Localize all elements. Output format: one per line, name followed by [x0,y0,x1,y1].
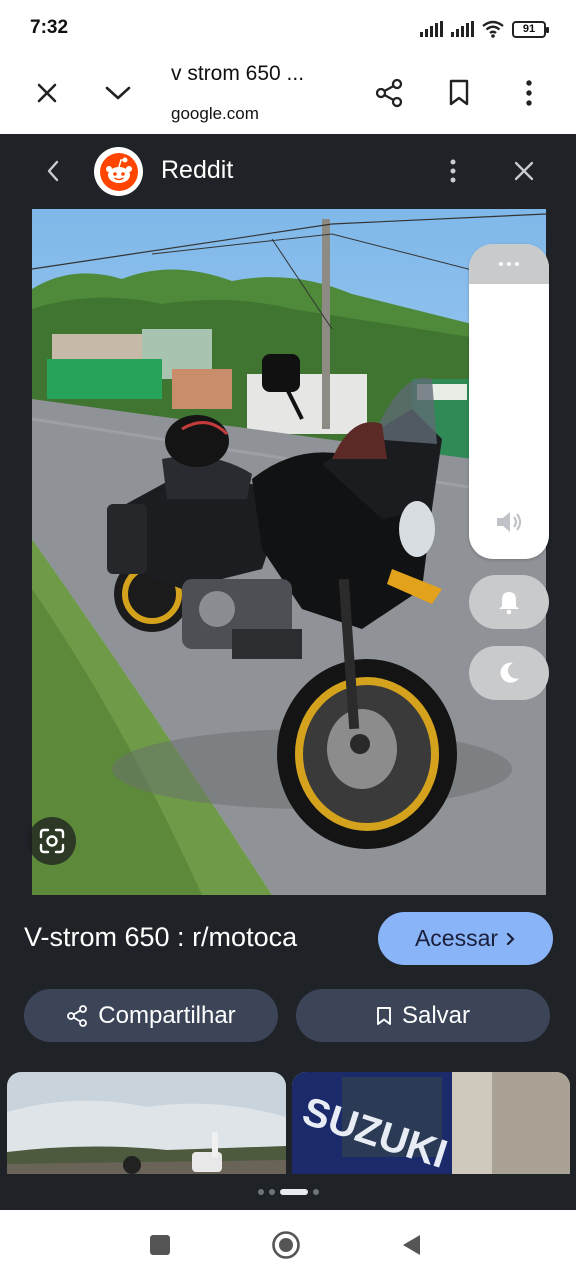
carousel-indicator [0,1184,576,1200]
share-button[interactable]: Compartilhar [24,989,278,1042]
image-detail-panel: Reddit V-strom 650: r/motoca Acessar Co… [0,134,576,1210]
share-icon [66,1004,88,1027]
back-icon[interactable] [398,1231,424,1259]
close-icon[interactable] [506,152,542,190]
status-bar: 7:32 91 [0,0,576,58]
navigation-bar [0,1210,576,1280]
signal-icon [420,21,443,37]
chevron-right-icon [506,932,516,946]
page-domain: google.com [171,104,259,123]
close-icon[interactable] [25,58,69,128]
visit-button[interactable]: Acessar [378,912,553,965]
page-title[interactable]: v strom 650 ... [171,62,304,86]
browser-toolbar: v strom 650 ... google.com [0,58,576,134]
volume-slider[interactable] [469,244,549,559]
image-caption: V-strom 650 : r/motoca [24,922,298,952]
share-button-label: Compartilhar [98,1001,236,1029]
save-button[interactable]: Salvar [296,989,550,1042]
volume-expand-handle[interactable] [469,244,549,284]
volume-icon [493,506,525,538]
signal-icon-2 [451,21,474,37]
reddit-logo [94,147,143,196]
bookmark-icon[interactable] [437,58,481,128]
home-icon[interactable] [270,1229,302,1261]
panel-header: Reddit [0,134,576,208]
bookmark-icon [376,1006,392,1026]
lens-icon[interactable] [28,817,76,865]
battery-icon: 91 [512,20,549,38]
moon-icon[interactable] [469,646,549,700]
share-icon[interactable] [367,58,411,128]
status-time: 7:32 [30,17,69,38]
visit-button-label: Acessar [414,925,499,951]
related-image-1-graphic [7,1072,286,1174]
related-image-2[interactable]: SUZUKI [292,1072,570,1174]
related-image-1[interactable] [7,1072,286,1174]
more-vert-icon[interactable] [507,58,551,128]
chevron-down-icon[interactable] [96,58,140,128]
recents-icon[interactable] [147,1232,173,1258]
wifi-icon [482,20,504,38]
save-button-label: Salvar [401,1001,471,1029]
more-vert-icon[interactable] [441,148,465,194]
system-icons: 91 [420,18,549,40]
source-name[interactable]: Reddit [161,156,233,185]
bell-icon[interactable] [469,575,549,629]
related-image-2-graphic: SUZUKI [292,1072,570,1174]
chevron-left-icon[interactable] [38,148,68,194]
